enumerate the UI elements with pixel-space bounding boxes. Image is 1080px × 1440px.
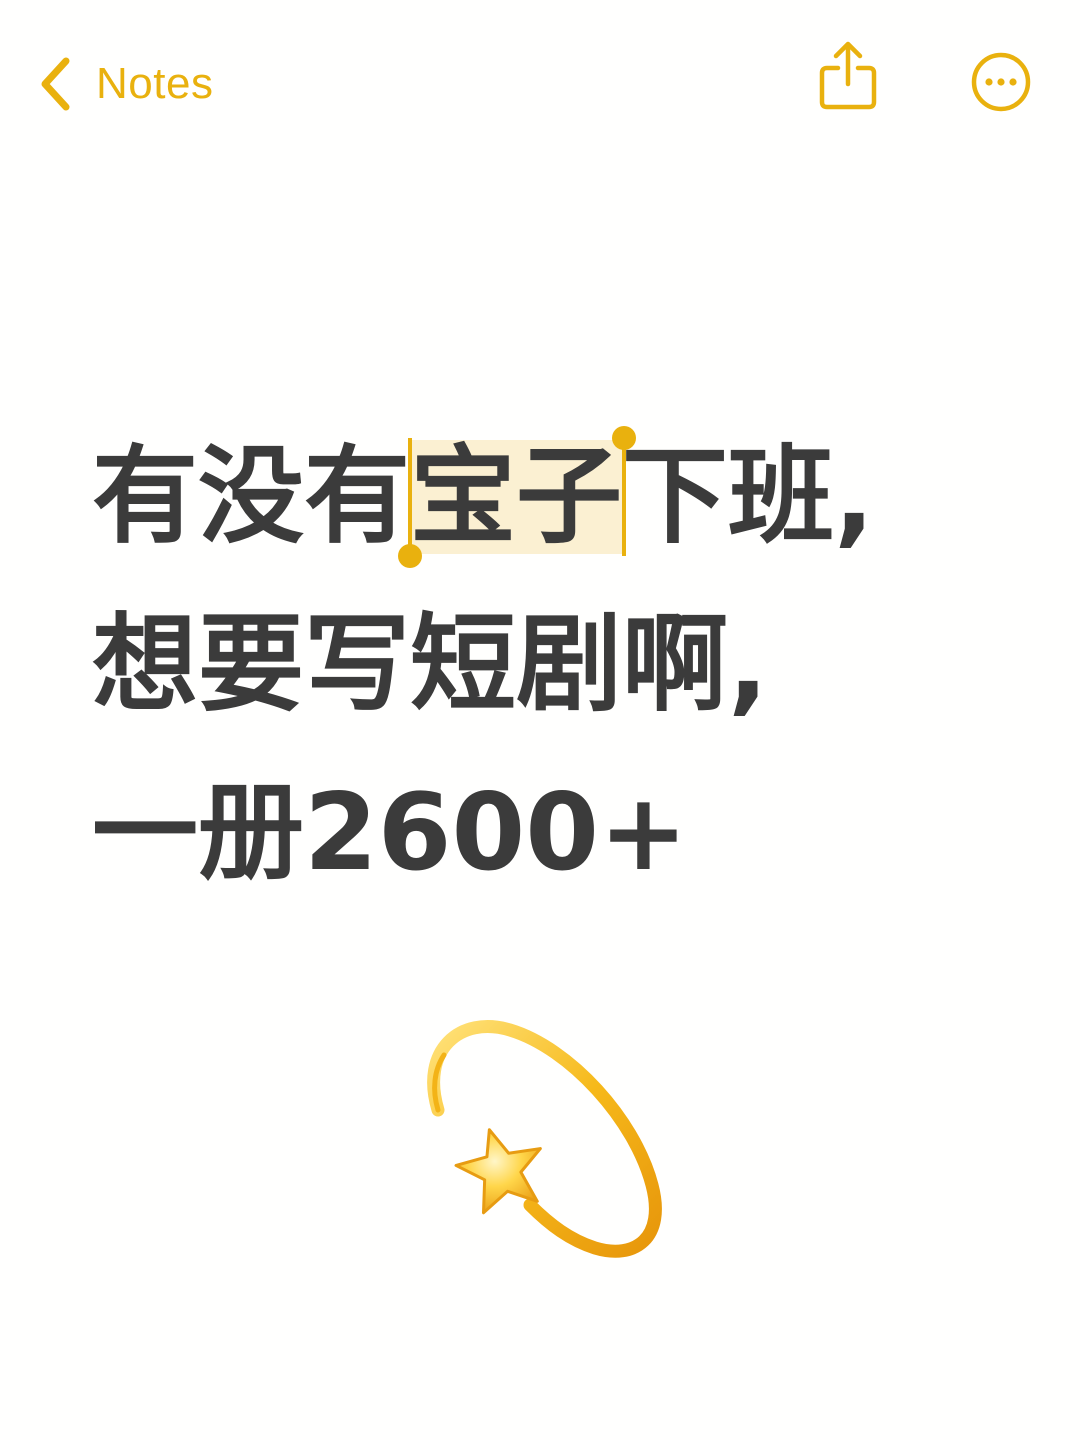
note-body[interactable]: 有没有 宝子 下班, 想要写短剧啊, 一册2600+ bbox=[92, 426, 992, 944]
back-button[interactable]: Notes bbox=[38, 52, 213, 116]
dizzy-star-emoji-icon bbox=[420, 1010, 670, 1270]
back-label: Notes bbox=[96, 59, 214, 108]
selected-text: 宝子 bbox=[410, 435, 622, 558]
note-line-2: 想要写短剧啊, bbox=[92, 603, 769, 726]
ellipsis-circle-icon bbox=[970, 52, 1032, 117]
selection-start-knob[interactable] bbox=[398, 544, 422, 568]
note-line-1-before: 有没有 bbox=[92, 435, 410, 558]
share-button[interactable] bbox=[818, 40, 878, 112]
selection-start-handle[interactable] bbox=[398, 438, 422, 568]
selection-end-knob[interactable] bbox=[612, 426, 636, 450]
selection-end-handle[interactable] bbox=[612, 426, 636, 556]
text-selection[interactable]: 宝子 bbox=[398, 426, 636, 568]
chevron-left-icon bbox=[38, 56, 72, 112]
note-line-1-after: 下班, bbox=[622, 435, 875, 558]
note-line-1: 有没有 宝子 下班, bbox=[92, 426, 992, 568]
share-icon bbox=[818, 41, 878, 116]
more-button[interactable] bbox=[970, 51, 1032, 113]
navigation-bar: Notes bbox=[0, 0, 1080, 170]
note-line-3: 一册2600+ bbox=[92, 771, 688, 894]
